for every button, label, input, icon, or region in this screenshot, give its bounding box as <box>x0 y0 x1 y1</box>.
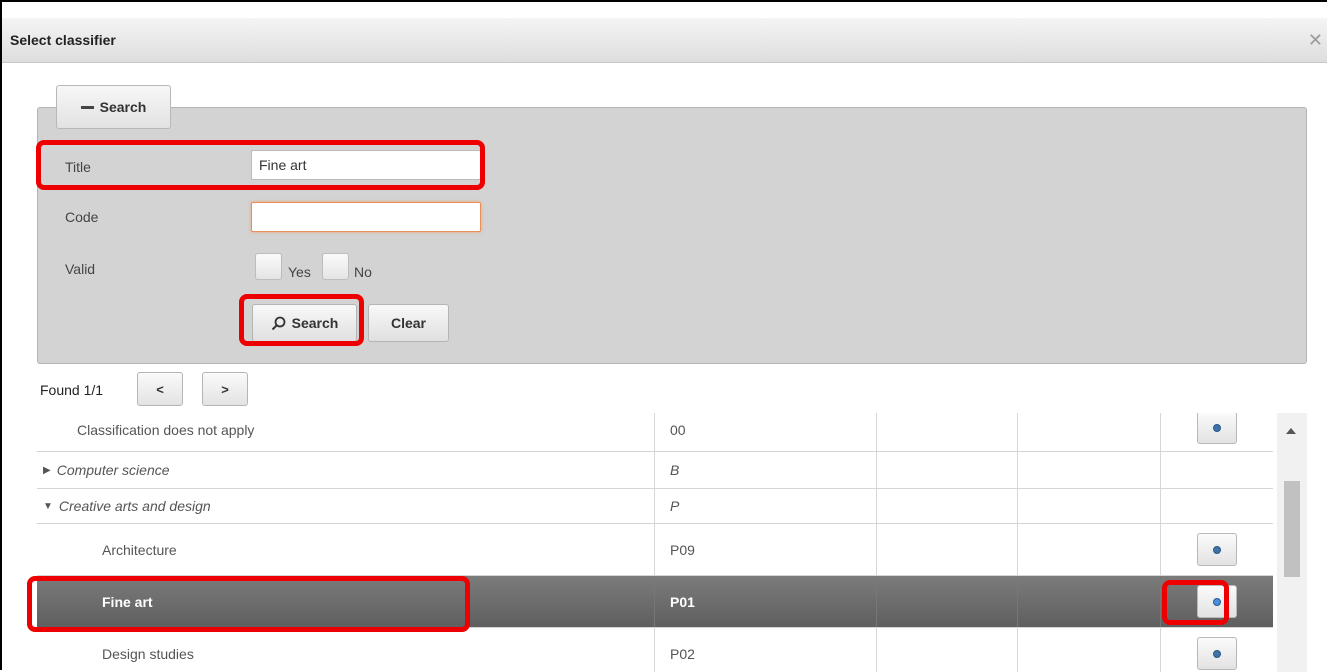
search-icon <box>271 316 286 330</box>
row-cell-empty <box>1017 452 1160 488</box>
row-title: Computer science <box>56 462 170 478</box>
row-cell-empty <box>876 413 1017 451</box>
search-panel <box>37 107 1307 364</box>
row-action-cell <box>1160 576 1273 627</box>
found-count: Found 1/1 <box>40 382 104 398</box>
row-cell-empty <box>876 489 1017 523</box>
row-action-cell <box>1160 524 1273 575</box>
row-code: P <box>654 489 876 523</box>
valid-yes-checkbox[interactable] <box>255 253 282 280</box>
table-row-selected[interactable]: Fine art P01 <box>37 576 1273 628</box>
select-row-button[interactable] <box>1197 637 1237 670</box>
title-input[interactable]: Fine art <box>251 150 481 180</box>
next-page-button[interactable]: > <box>202 372 248 406</box>
row-cell-empty <box>1017 628 1160 672</box>
prev-page-button[interactable]: < <box>137 372 183 406</box>
row-title: Design studies <box>102 645 194 662</box>
dialog-title: Select classifier <box>10 32 116 48</box>
row-code: 00 <box>654 413 876 451</box>
row-code: B <box>654 452 876 488</box>
row-title: Classification does not apply <box>77 421 255 438</box>
row-cell-empty <box>1017 413 1160 451</box>
dialog-titlebar: Select classifier ✕ <box>2 18 1327 63</box>
search-button-label: Search <box>291 315 339 331</box>
row-action-cell <box>1160 628 1273 672</box>
row-cell-empty <box>1017 576 1160 627</box>
radio-dot-icon <box>1213 649 1221 658</box>
scroll-thumb[interactable] <box>1284 481 1300 577</box>
row-cell-empty <box>876 452 1017 488</box>
radio-dot-icon <box>1213 545 1221 554</box>
scroll-up-arrow-icon[interactable] <box>1286 428 1296 434</box>
table-scrollbar[interactable] <box>1277 413 1307 672</box>
search-toggle-button[interactable]: Search <box>56 85 171 129</box>
table-row[interactable]: Design studies P02 <box>37 628 1273 672</box>
code-label: Code <box>65 209 99 225</box>
close-icon[interactable]: ✕ <box>1308 30 1323 51</box>
table-row[interactable]: Classification does not apply 00 <box>37 413 1273 452</box>
row-title: Creative arts and design <box>58 498 211 514</box>
select-row-button[interactable] <box>1197 413 1237 444</box>
row-cell-empty <box>876 524 1017 575</box>
row-title: Architecture <box>102 541 177 558</box>
clear-button[interactable]: Clear <box>368 304 449 342</box>
row-code: P01 <box>654 576 876 627</box>
row-cell-empty <box>1017 489 1160 523</box>
caret-down-icon[interactable]: ▼ <box>43 501 53 512</box>
search-toggle-label: Search <box>99 99 147 115</box>
classifier-table: Classification does not apply 00 ▶ Compu… <box>37 413 1273 672</box>
caret-right-icon[interactable]: ▶ <box>43 465 51 476</box>
row-cell-empty <box>1017 524 1160 575</box>
row-title-cell: ▼ Creative arts and design <box>37 489 654 523</box>
minus-icon <box>80 105 94 109</box>
radio-dot-icon <box>1213 597 1221 606</box>
table-row-group[interactable]: ▼ Creative arts and design P <box>37 489 1273 524</box>
row-action-cell <box>1160 452 1273 488</box>
row-title-cell: ▶ Computer science <box>37 452 654 488</box>
select-row-button[interactable] <box>1197 585 1237 618</box>
row-cell-empty <box>876 628 1017 672</box>
select-row-button[interactable] <box>1197 533 1237 566</box>
row-code: P09 <box>654 524 876 575</box>
valid-no-label: No <box>354 264 372 280</box>
row-action-cell <box>1160 413 1273 451</box>
clear-button-label: Clear <box>390 315 427 331</box>
radio-dot-icon <box>1213 423 1221 432</box>
valid-yes-label: Yes <box>288 264 311 280</box>
valid-no-checkbox[interactable] <box>322 253 349 280</box>
title-label: Title <box>65 159 91 175</box>
table-row-group[interactable]: ▶ Computer science B <box>37 452 1273 489</box>
dialog-top-strip <box>2 2 1327 18</box>
row-code: P02 <box>654 628 876 672</box>
row-action-cell <box>1160 489 1273 523</box>
valid-label: Valid <box>65 261 96 277</box>
row-title: Fine art <box>102 593 153 610</box>
code-input[interactable] <box>251 202 481 232</box>
table-row[interactable]: Architecture P09 <box>37 524 1273 576</box>
row-cell-empty <box>876 576 1017 627</box>
search-button[interactable]: Search <box>252 304 357 342</box>
select-classifier-dialog: Select classifier ✕ Search Title Fine ar… <box>0 0 1327 672</box>
